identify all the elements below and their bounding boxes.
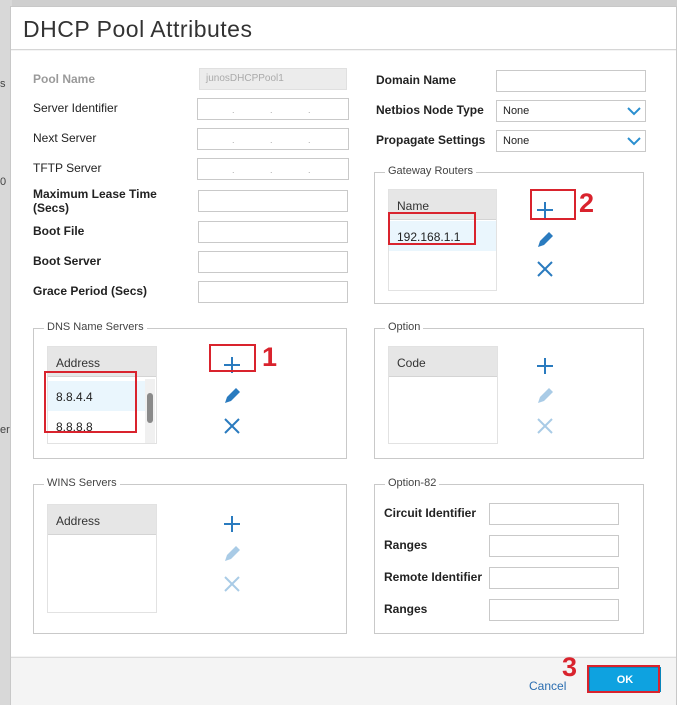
remote-ranges-input[interactable] xyxy=(489,599,619,621)
remote-identifier-input[interactable] xyxy=(489,567,619,589)
next-server-label: Next Server xyxy=(33,131,97,145)
circuit-ranges-input[interactable] xyxy=(489,535,619,557)
circuit-identifier-label: Circuit Identifier xyxy=(384,506,477,520)
edit-icon[interactable] xyxy=(535,230,555,250)
wins-servers-table: Address xyxy=(47,504,157,613)
pool-name-label: Pool Name xyxy=(33,72,96,86)
pool-name-input: junosDHCPPool1 xyxy=(199,68,347,90)
netbios-node-type-label: Netbios Node Type xyxy=(376,103,484,117)
annotation-box-gateway-row xyxy=(388,212,476,245)
edit-icon[interactable] xyxy=(222,386,242,406)
domain-name-label: Domain Name xyxy=(376,73,457,87)
annotation-box-dns-add xyxy=(209,344,256,372)
dhcp-pool-dialog: DHCP Pool Attributes Pool Name junosDHCP… xyxy=(10,6,677,705)
boot-server-input[interactable] xyxy=(198,251,348,273)
boot-file-label: Boot File xyxy=(33,224,85,238)
add-icon[interactable] xyxy=(222,514,242,534)
annotation-box-gateway-add xyxy=(530,189,576,220)
scrollbar-thumb[interactable] xyxy=(147,393,153,423)
delete-icon[interactable] xyxy=(222,416,242,436)
dns-name-servers-legend: DNS Name Servers xyxy=(44,321,147,333)
next-server-input[interactable]: ... xyxy=(197,128,349,150)
dialog-titlebar: DHCP Pool Attributes xyxy=(11,7,676,50)
delete-icon xyxy=(537,418,553,434)
server-identifier-input[interactable]: ... xyxy=(197,98,349,120)
max-lease-time-input[interactable] xyxy=(198,190,348,212)
chevron-down-icon xyxy=(627,107,641,116)
ranges-label: Ranges xyxy=(384,538,428,552)
server-identifier-label: Server Identifier xyxy=(33,101,118,115)
edit-icon xyxy=(225,546,240,561)
propagate-settings-label: Propagate Settings xyxy=(376,133,486,147)
option-group: Option Code xyxy=(374,321,644,459)
background-text: 0 xyxy=(0,176,7,188)
option82-legend: Option-82 xyxy=(385,477,440,489)
ranges-label: Ranges xyxy=(384,602,428,616)
grace-period-input[interactable] xyxy=(198,281,348,303)
chevron-down-icon xyxy=(627,137,641,146)
annotation-number: 2 xyxy=(579,188,595,218)
annotation-box-ok xyxy=(587,665,660,693)
dialog-body: Pool Name junosDHCPPool1 Server Identifi… xyxy=(11,51,676,656)
annotation-box-dns-rows xyxy=(44,371,137,433)
max-lease-time-label: Maximum Lease Time xyxy=(33,187,157,201)
delete-icon xyxy=(224,576,240,592)
background-text: er xyxy=(0,424,10,436)
wins-servers-group: WINS Servers Address xyxy=(33,477,347,634)
wins-servers-legend: WINS Servers xyxy=(44,477,120,489)
domain-name-input[interactable] xyxy=(496,70,646,92)
edit-icon xyxy=(538,388,553,403)
dialog-title: DHCP Pool Attributes xyxy=(23,16,253,42)
annotation-number: 3 xyxy=(562,652,578,682)
add-icon[interactable] xyxy=(535,356,555,376)
delete-icon[interactable] xyxy=(535,259,555,279)
circuit-identifier-input[interactable] xyxy=(489,503,619,525)
annotation-number: 1 xyxy=(262,342,278,372)
background-text: s xyxy=(0,78,6,90)
grace-period-label: Grace Period (Secs) xyxy=(33,284,148,298)
tftp-server-label: TFTP Server xyxy=(33,161,102,175)
option-code-column-header[interactable]: Code xyxy=(389,347,497,377)
max-lease-time-label-secs: (Secs) xyxy=(33,201,70,215)
boot-file-input[interactable] xyxy=(198,221,348,243)
boot-server-label: Boot Server xyxy=(33,254,102,268)
option-legend: Option xyxy=(385,321,424,333)
gateway-routers-legend: Gateway Routers xyxy=(385,165,476,177)
propagate-settings-select[interactable]: None xyxy=(496,130,646,152)
netbios-node-type-select[interactable]: None xyxy=(496,100,646,122)
tftp-server-input[interactable]: ... xyxy=(197,158,349,180)
wins-address-column-header[interactable]: Address xyxy=(48,505,156,535)
dns-list-scrollbar[interactable] xyxy=(145,379,155,443)
cancel-link[interactable]: Cancel xyxy=(529,679,566,693)
option82-group: Option-82 Circuit Identifier Ranges Remo… xyxy=(374,477,644,634)
remote-identifier-label: Remote Identifier xyxy=(384,570,483,584)
option-table: Code xyxy=(388,346,498,444)
